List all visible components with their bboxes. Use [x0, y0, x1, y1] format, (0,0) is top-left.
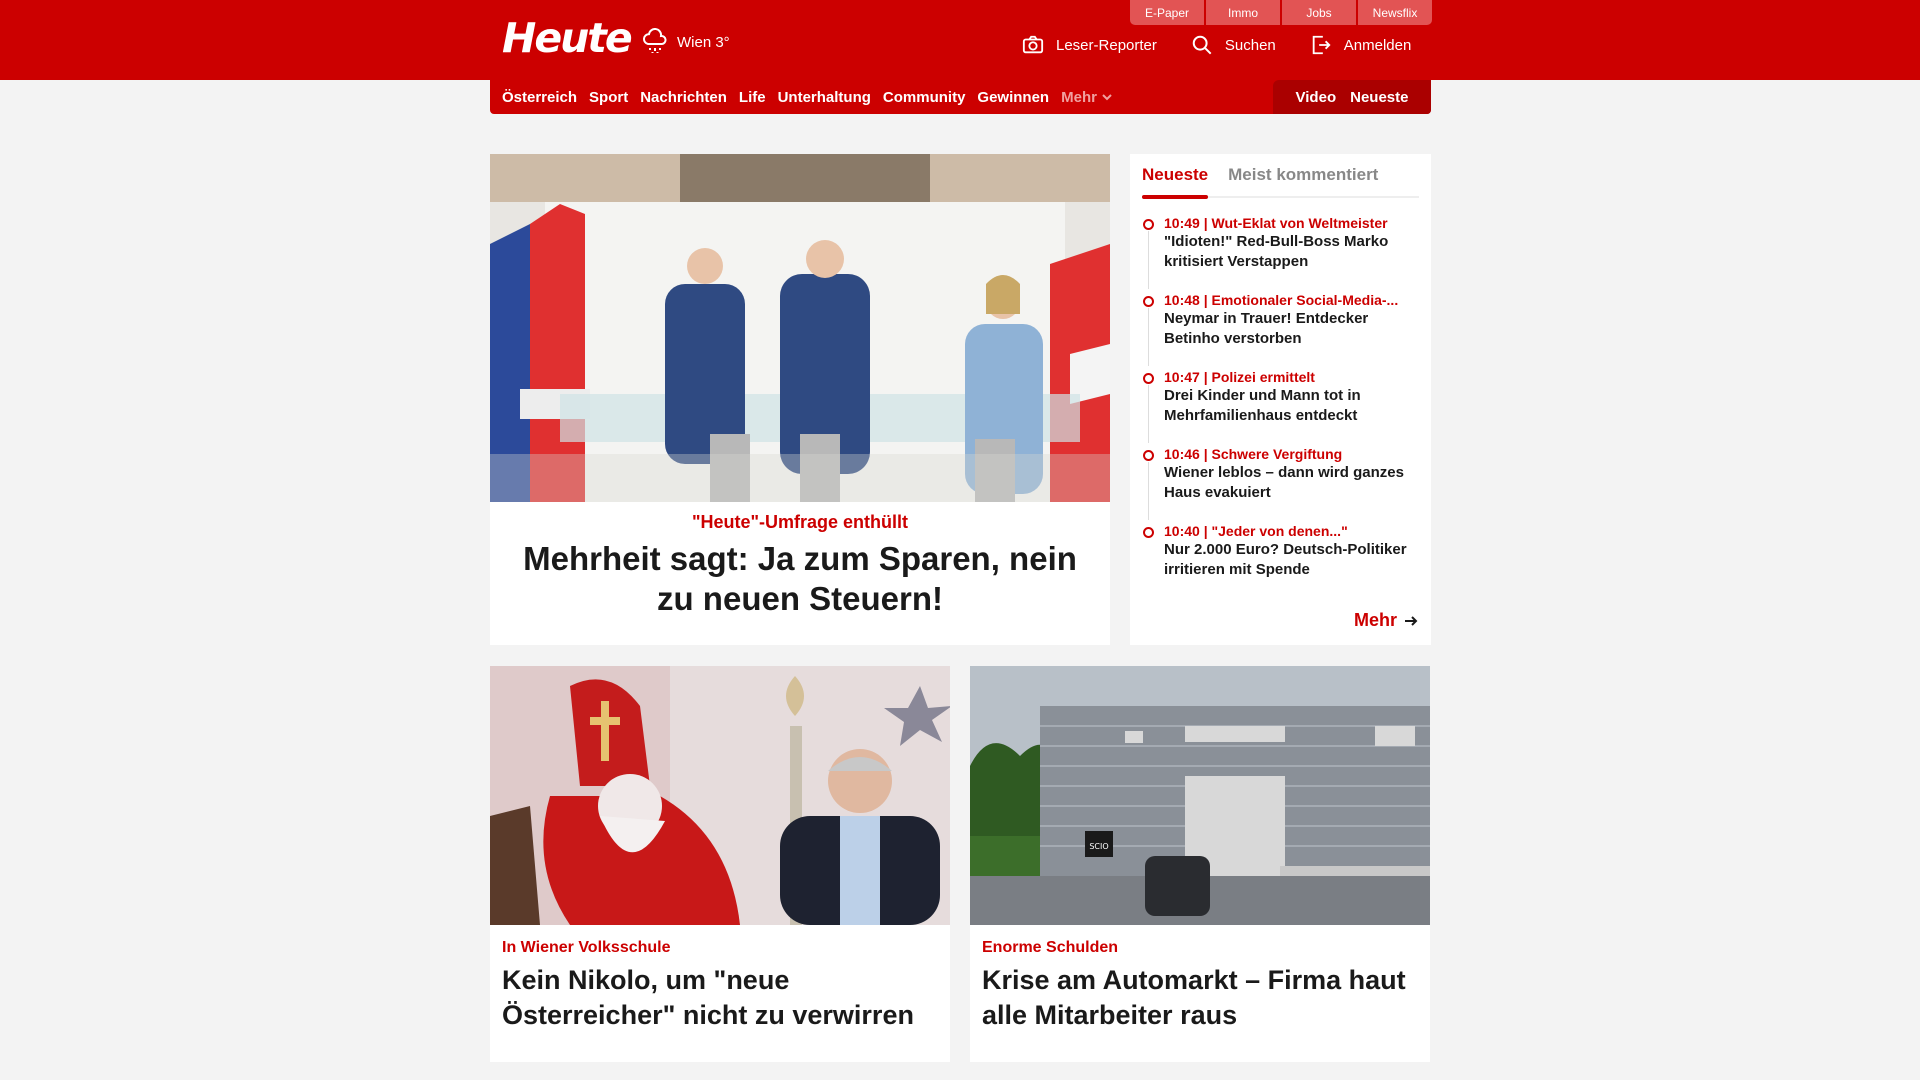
leser-reporter-button[interactable]: Leser-Reporter: [1022, 34, 1157, 56]
arrow-right-icon: [1405, 615, 1418, 626]
camera-icon: [1022, 35, 1044, 54]
list-item[interactable]: 10:48 | Emotionaler Social-Media-... Ney…: [1142, 291, 1419, 366]
main-navigation: Österreich Sport Nachrichten Life Unterh…: [490, 80, 1431, 114]
heute-logo[interactable]: Heute: [502, 14, 633, 62]
service-tab-newsflix[interactable]: Newsflix: [1358, 0, 1432, 25]
chevron-down-icon: [1102, 94, 1112, 101]
more-news-link[interactable]: Mehr: [1354, 610, 1419, 631]
list-item[interactable]: 10:49 | Wut-Eklat von Weltmeister "Idiot…: [1142, 214, 1419, 289]
service-tabs: E-Paper Immo Jobs Newsflix: [1130, 0, 1432, 25]
service-tab-epaper[interactable]: E-Paper: [1130, 0, 1204, 25]
feed-meta: 10:47 | Polizei ermittelt: [1164, 369, 1315, 385]
feed-title: "Idioten!" Red-Bull-Boss Marko kritisier…: [1164, 233, 1389, 270]
feed-title: Nur 2.000 Euro? Deutsch-Politiker irriti…: [1164, 541, 1407, 578]
list-item[interactable]: 10:46 | Schwere Vergiftung Wiener leblos…: [1142, 445, 1419, 520]
nav-item-unterhaltung[interactable]: Unterhaltung: [778, 89, 871, 106]
search-icon: [1192, 35, 1212, 55]
nav-item-gewinnen[interactable]: Gewinnen: [977, 89, 1049, 106]
hero-title[interactable]: Mehrheit sagt: Ja zum Sparen, nein zu ne…: [490, 533, 1110, 619]
article-card-automarkt[interactable]: SCIO Enorme Schulden Krise am Automarkt …: [970, 666, 1430, 1062]
search-label: Suchen: [1224, 36, 1276, 54]
login-icon: [1312, 35, 1331, 55]
nav-item-community[interactable]: Community: [883, 89, 966, 106]
leser-reporter-label: Leser-Reporter: [1056, 36, 1157, 54]
rain-cloud-icon: [643, 28, 667, 53]
card-image-automarkt: SCIO: [970, 666, 1430, 925]
nav-item-sport[interactable]: Sport: [589, 89, 628, 106]
feed-meta: 10:49 | Wut-Eklat von Weltmeister: [1164, 215, 1388, 231]
feed-title: Wiener leblos – dann wird ganzes Haus ev…: [1164, 464, 1404, 501]
service-tab-immo[interactable]: Immo: [1206, 0, 1280, 25]
feed-meta: 10:48 | Emotionaler Social-Media-...: [1164, 292, 1399, 308]
login-button[interactable]: Anmelden: [1310, 34, 1412, 56]
list-item[interactable]: 10:40 | "Jeder von denen..." Nur 2.000 E…: [1142, 522, 1419, 580]
more-news-label: Mehr: [1353, 610, 1397, 630]
building-sign-text: SCIO: [1089, 842, 1108, 851]
feed-title: Drei Kinder und Mann tot in Mehrfamilien…: [1164, 387, 1361, 424]
feed-meta: 10:46 | Schwere Vergiftung: [1164, 446, 1343, 462]
sidebar-tabs: Neueste Meist kommentiert: [1142, 153, 1419, 199]
latest-news-sidebar: Neueste Meist kommentiert 10:49 | Wut-Ek…: [1130, 154, 1431, 645]
nav-item-nachrichten[interactable]: Nachrichten: [640, 89, 727, 106]
nav-item-oesterreich[interactable]: Österreich: [502, 89, 577, 106]
feed-meta: 10:40 | "Jeder von denen...": [1164, 523, 1348, 539]
card-kicker: In Wiener Volksschule: [502, 939, 671, 956]
nav-more-label: Mehr: [1061, 88, 1097, 106]
search-button[interactable]: Suchen: [1191, 34, 1276, 56]
service-tab-jobs[interactable]: Jobs: [1282, 0, 1356, 25]
article-card-nikolo[interactable]: In Wiener Volksschule Kein Nikolo, um "n…: [490, 666, 950, 1062]
nav-item-neueste[interactable]: Neueste: [1350, 89, 1408, 106]
hero-image: [490, 154, 1110, 502]
header-actions: Leser-Reporter Suchen Anmelden: [1022, 34, 1411, 56]
card-title: Krise am Automarkt – Firma haut alle Mit…: [982, 965, 1406, 1030]
card-image-nikolo: [490, 666, 950, 925]
login-label: Anmelden: [1343, 36, 1412, 54]
list-item[interactable]: 10:47 | Polizei ermittelt Drei Kinder un…: [1142, 368, 1419, 443]
news-feed: 10:49 | Wut-Eklat von Weltmeister "Idiot…: [1142, 214, 1419, 580]
hero-article[interactable]: "Heute"-Umfrage enthüllt Mehrheit sagt: …: [490, 154, 1110, 645]
nav-right-group: Video Neueste: [1273, 80, 1431, 114]
card-title: Kein Nikolo, um "neue Österreicher" nich…: [502, 965, 914, 1030]
weather-widget[interactable]: Wien 3°: [641, 28, 730, 56]
feed-title: Neymar in Trauer! Entdecker Betinho vers…: [1164, 310, 1369, 347]
hero-kicker: "Heute"-Umfrage enthüllt: [691, 512, 909, 532]
card-kicker: Enorme Schulden: [982, 939, 1119, 956]
tab-meist-kommentiert[interactable]: Meist kommentiert: [1228, 153, 1378, 197]
weather-text: Wien 3°: [677, 33, 730, 51]
nav-item-video[interactable]: Video: [1296, 89, 1337, 106]
nav-item-life[interactable]: Life: [739, 89, 766, 106]
nav-more-dropdown[interactable]: Mehr: [1061, 89, 1113, 106]
tab-neueste[interactable]: Neueste: [1142, 153, 1209, 199]
top-header: Heute Wien 3° E-Paper Immo Jobs Newsflix…: [0, 0, 1920, 80]
